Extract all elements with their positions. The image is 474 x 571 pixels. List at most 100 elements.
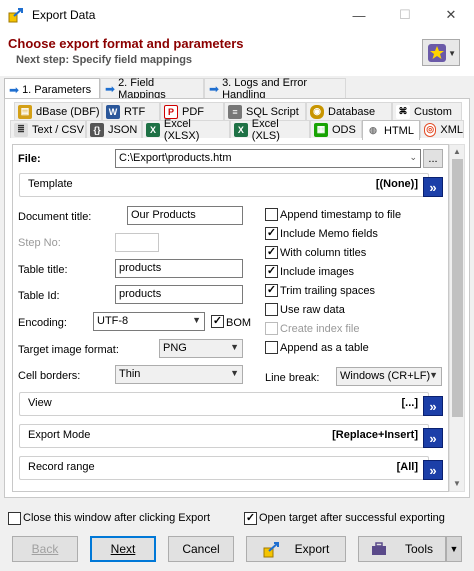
bom-checkbox[interactable]: ✓ xyxy=(211,315,224,328)
tools-button[interactable]: Tools xyxy=(358,536,446,562)
trim-trailing-spaces-label: Trim trailing spaces xyxy=(280,285,375,297)
tab-field-mappings[interactable]: ➡ 2. Field Mappings xyxy=(100,77,204,101)
scroll-up-icon[interactable]: ▲ xyxy=(453,147,461,156)
chevron-down-icon: ▼ xyxy=(448,49,456,58)
format-tab-dbase[interactable]: ▤ dBase (DBF) xyxy=(14,102,102,120)
tab-parameters[interactable]: ➡ 1. Parameters xyxy=(4,78,100,100)
record-range-expand-button[interactable]: » xyxy=(423,460,443,480)
view-value: [...] xyxy=(401,397,419,409)
view-label: View xyxy=(28,397,52,409)
format-tab-database[interactable]: ◉ Database xyxy=(306,102,392,120)
options-scrollbar[interactable]: ▲ ▼ xyxy=(449,144,465,492)
step-no-label: Step No: xyxy=(18,237,61,249)
html-globe-icon: ◍ xyxy=(366,123,380,138)
include-images-checkbox[interactable]: ✓ xyxy=(265,265,278,278)
use-raw-data-label: Use raw data xyxy=(280,304,345,316)
chevron-down-icon: ▼ xyxy=(449,544,459,554)
chevron-down-icon: ▼ xyxy=(230,342,239,352)
cell-borders-label: Cell borders: xyxy=(18,370,81,382)
maximize-button[interactable]: ☐ xyxy=(382,0,428,30)
arrow-right-icon: ➡ xyxy=(105,82,116,96)
chevron-down-icon: ▼ xyxy=(429,370,438,380)
close-button[interactable]: ✕ xyxy=(428,0,474,30)
line-break-select[interactable]: Windows (CR+LF) ▼ xyxy=(336,367,442,386)
format-tab-text-csv[interactable]: ≣ Text / CSV xyxy=(10,120,86,138)
title-bar: Export Data — ☐ ✕ xyxy=(0,0,474,30)
dbase-icon: ▤ xyxy=(18,104,32,119)
format-tab-json[interactable]: {} JSON xyxy=(86,120,142,138)
tab-logs-error-handling[interactable]: ➡ 3. Logs and Error Handling xyxy=(204,77,346,101)
view-group[interactable]: View [...] xyxy=(19,392,429,416)
append-as-table-checkbox[interactable] xyxy=(265,341,278,354)
include-memo-fields-checkbox[interactable]: ✓ xyxy=(265,227,278,240)
text-csv-icon: ≣ xyxy=(14,122,28,137)
template-group[interactable]: Template [(None)] xyxy=(19,173,429,197)
scroll-down-icon[interactable]: ▼ xyxy=(453,479,461,488)
include-memo-fields-label: Include Memo fields xyxy=(280,228,378,240)
with-column-titles-checkbox[interactable]: ✓ xyxy=(265,246,278,259)
table-title-input[interactable]: products xyxy=(115,259,243,278)
record-range-group[interactable]: Record range [All] xyxy=(19,456,429,480)
back-button[interactable]: Back xyxy=(12,536,78,562)
arrow-right-icon: ➡ xyxy=(209,82,220,96)
excel-xlsx-icon: X xyxy=(146,122,160,137)
next-button[interactable]: Next xyxy=(90,536,156,562)
record-range-label: Record range xyxy=(28,461,95,473)
window-title: Export Data xyxy=(32,8,96,22)
export-mode-value: [Replace+Insert] xyxy=(332,429,418,441)
html-options-area: File: C:\Export\products.htm ⌄ ... Templ… xyxy=(12,144,449,492)
header-title: Choose export format and parameters xyxy=(8,36,244,51)
template-label: Template xyxy=(28,178,73,190)
sql-script-icon: ≡ xyxy=(228,104,242,119)
record-range-value: [All] xyxy=(396,461,418,473)
tools-dropdown-button[interactable]: ▼ xyxy=(446,536,462,562)
bom-label: BOM xyxy=(226,317,252,329)
table-id-input[interactable]: products xyxy=(115,285,243,304)
format-tab-custom[interactable]: ⌘ Custom xyxy=(392,102,462,120)
create-index-file-checkbox[interactable] xyxy=(265,322,278,335)
ods-icon: ▦ xyxy=(314,122,328,137)
format-tab-rtf[interactable]: W RTF xyxy=(102,102,160,120)
format-tab-xml[interactable]: ◎ XML xyxy=(420,120,464,138)
export-mode-group[interactable]: Export Mode [Replace+Insert] xyxy=(19,424,429,448)
favorites-button[interactable]: ▼ xyxy=(422,39,460,66)
open-target-checkbox[interactable]: ✓ xyxy=(244,512,257,525)
line-break-label: Line break: xyxy=(265,372,320,384)
json-icon: {} xyxy=(90,122,104,137)
table-title-label: Table title: xyxy=(18,264,68,276)
browse-button[interactable]: ... xyxy=(423,149,443,168)
cell-borders-select[interactable]: Thin ▼ xyxy=(115,365,243,384)
append-timestamp-checkbox[interactable] xyxy=(265,208,278,221)
template-expand-button[interactable]: » xyxy=(423,177,443,197)
view-expand-button[interactable]: » xyxy=(423,396,443,416)
pdf-icon: P xyxy=(164,104,178,119)
xml-icon: ◎ xyxy=(424,122,437,137)
close-after-export-label: Close this window after clicking Export xyxy=(23,512,211,524)
rtf-icon: W xyxy=(106,104,120,119)
toolbox-icon xyxy=(371,542,386,555)
use-raw-data-checkbox[interactable] xyxy=(265,303,278,316)
chevron-down-icon: ▼ xyxy=(230,368,239,378)
export-icon xyxy=(263,542,279,558)
export-button[interactable]: Export xyxy=(246,536,346,562)
trim-trailing-spaces-checkbox[interactable]: ✓ xyxy=(265,284,278,297)
document-title-input[interactable]: Our Products xyxy=(127,206,243,225)
chevron-down-icon: ⌄ xyxy=(409,152,417,162)
create-index-file-label: Create index file xyxy=(280,323,360,335)
minimize-button[interactable]: — xyxy=(336,0,382,30)
wizard-header: Choose export format and parameters Next… xyxy=(0,30,474,76)
target-image-format-select[interactable]: PNG ▼ xyxy=(159,339,243,358)
export-mode-expand-button[interactable]: » xyxy=(423,428,443,448)
file-path-combo[interactable]: C:\Export\products.htm ⌄ xyxy=(115,149,421,168)
format-tab-html[interactable]: ◍ HTML xyxy=(362,120,420,140)
append-as-table-label: Append as a table xyxy=(280,342,369,354)
step-no-input[interactable] xyxy=(115,233,159,252)
format-tab-ods[interactable]: ▦ ODS xyxy=(310,120,362,138)
format-tab-excel-xls[interactable]: X Excel (XLS) xyxy=(230,118,310,142)
database-icon: ◉ xyxy=(310,104,324,119)
close-after-export-checkbox[interactable] xyxy=(8,512,21,525)
cancel-button[interactable]: Cancel xyxy=(168,536,234,562)
format-tab-excel-xlsx[interactable]: X Excel (XLSX) xyxy=(142,118,230,142)
scrollbar-thumb[interactable] xyxy=(452,159,463,417)
encoding-select[interactable]: UTF-8 ▼ xyxy=(93,312,205,331)
